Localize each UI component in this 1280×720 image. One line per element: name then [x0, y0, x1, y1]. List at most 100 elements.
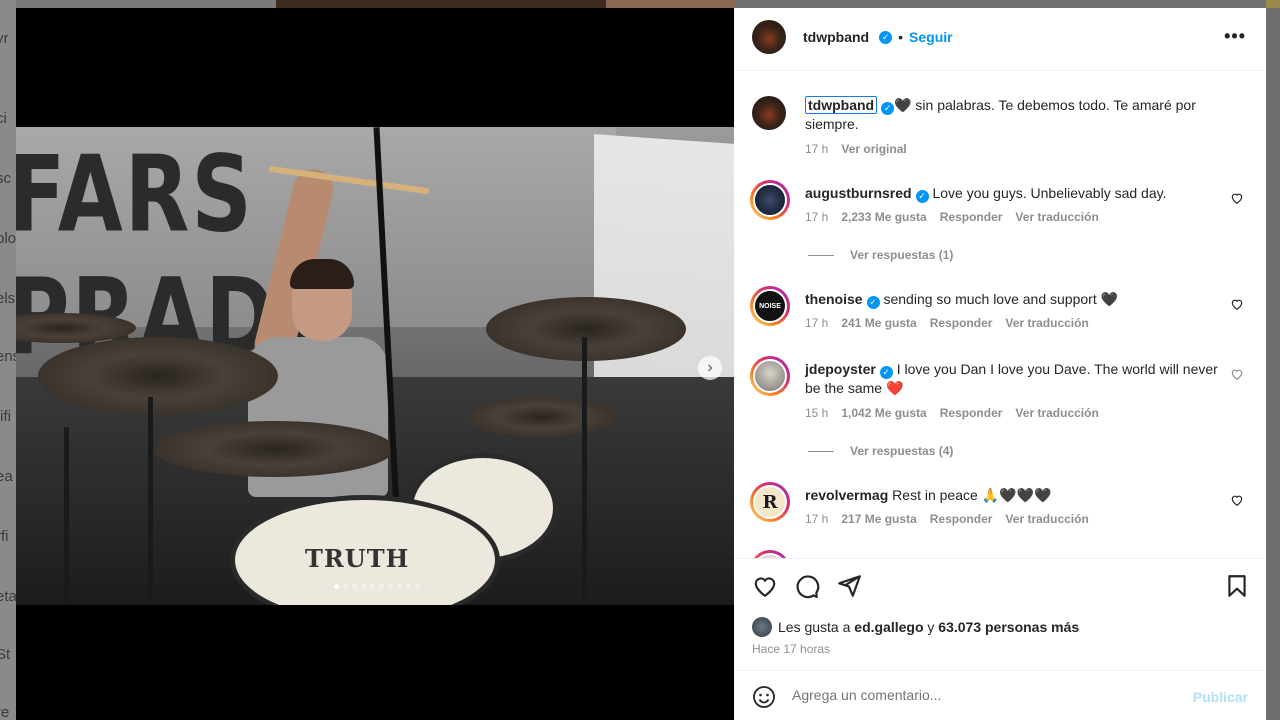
see-translation-button[interactable]: Ver traducción	[1005, 316, 1088, 330]
carousel-dot	[397, 584, 402, 589]
like-comment-heart-icon[interactable]	[1230, 493, 1244, 507]
comment-meta: 17 h 217 Me gusta Responder Ver traducci…	[805, 512, 1089, 526]
like-comment-heart-icon[interactable]	[1230, 191, 1244, 205]
commenter-username[interactable]: revolvermag	[805, 487, 888, 503]
background-text: ea	[0, 468, 13, 485]
comment-likes[interactable]: 241 Me gusta	[841, 316, 916, 330]
see-translation-button[interactable]: Ver traducción	[1015, 406, 1098, 420]
view-replies-label: Ver respuestas (1)	[850, 248, 954, 262]
see-original-link[interactable]: Ver original	[841, 142, 906, 156]
verified-badge-icon: ✓	[879, 366, 893, 379]
background-text: St	[0, 646, 11, 663]
background-text: plo	[0, 230, 16, 247]
replies-line	[808, 254, 834, 256]
commenter-username[interactable]: thenoise	[805, 291, 863, 307]
post-header: tdwpband ✓ • Seguir •••	[734, 8, 1266, 71]
carousel-dot	[361, 584, 366, 589]
post-timestamp: Hace 17 horas	[752, 642, 831, 656]
commenter-avatar[interactable]	[750, 356, 790, 396]
carousel-dot	[415, 584, 420, 589]
replies-line	[808, 450, 834, 452]
comment-bubble-icon[interactable]	[794, 573, 820, 599]
reply-button[interactable]: Responder	[930, 316, 993, 330]
verified-badge-icon: ✓	[879, 30, 893, 44]
comment-meta: 15 h 1,042 Me gusta Responder Ver traduc…	[805, 406, 1099, 420]
carousel-next-button[interactable]: ›	[698, 356, 722, 380]
reply-button[interactable]: Responder	[940, 406, 1003, 420]
view-replies-label: Ver respuestas (4)	[850, 444, 954, 458]
view-replies-button[interactable]: Ver respuestas (1)	[808, 248, 953, 262]
follow-button[interactable]: Seguir	[909, 29, 953, 45]
commenter-avatar[interactable]	[750, 550, 790, 558]
background-text: ci	[0, 110, 7, 127]
likes-others-link[interactable]: 63.073 personas más	[938, 619, 1079, 635]
comment-likes[interactable]: 217 Me gusta	[841, 512, 916, 526]
verified-badge-icon: ✓	[866, 296, 880, 309]
comment-likes[interactable]: 1,042 Me gusta	[841, 406, 926, 420]
likes-summary: Les gusta a ed.gallego y 63.073 personas…	[752, 617, 1079, 637]
reply-button[interactable]: Responder	[940, 210, 1003, 224]
carousel-dot	[370, 584, 375, 589]
carousel-dot	[352, 584, 357, 589]
carousel-dot	[388, 584, 393, 589]
commenter-username[interactable]: augustburnsred	[805, 185, 912, 201]
post-media: FARS PRADA TRUTH ›	[16, 8, 734, 720]
publish-button[interactable]: Publicar	[1193, 689, 1248, 705]
caption-emoji: 🖤	[894, 97, 912, 113]
comment-likes[interactable]: 2,233 Me gusta	[841, 210, 926, 224]
liker-username[interactable]: ed.gallego	[854, 619, 923, 635]
like-comment-heart-icon[interactable]	[1230, 297, 1244, 311]
comment-body: sending so much love and support 🖤	[883, 291, 1119, 307]
background-text: eta	[0, 588, 16, 605]
carousel-dot	[334, 584, 339, 589]
caption-time: 17 h	[805, 142, 829, 156]
more-options-icon[interactable]: •••	[1224, 26, 1246, 47]
comment-composer: Publicar	[734, 670, 1266, 720]
background-page-right	[1266, 0, 1280, 720]
carousel-dot	[343, 584, 348, 589]
caption-username[interactable]: tdwpband	[805, 96, 878, 114]
save-bookmark-icon[interactable]	[1224, 573, 1250, 599]
background-page-top	[16, 0, 736, 8]
comment-input[interactable]	[792, 687, 1172, 703]
carousel-dots	[334, 584, 420, 592]
see-translation-button[interactable]: Ver traducción	[1015, 210, 1098, 224]
background-text: yr	[0, 30, 9, 47]
comment-text: revolvermag Rest in peace 🙏🖤🖤🖤	[805, 486, 1225, 505]
drum-logo-text: TRUTH	[305, 544, 410, 573]
see-translation-button[interactable]: Ver traducción	[1005, 512, 1088, 526]
background-text: rfi	[0, 528, 9, 545]
comment-body: Love you guys. Unbelievably sad day.	[932, 185, 1167, 201]
reply-button[interactable]: Responder	[930, 512, 993, 526]
comment-body: Rest in peace 🙏🖤🖤🖤	[892, 487, 1052, 503]
emoji-icon[interactable]	[752, 685, 776, 709]
verified-badge-icon: ✓	[915, 190, 929, 203]
post-photo[interactable]: FARS PRADA TRUTH	[16, 127, 734, 605]
commenter-avatar[interactable]	[750, 180, 790, 220]
background-text: els	[0, 290, 16, 307]
liker-avatar[interactable]	[752, 617, 772, 637]
commenter-avatar[interactable]: R	[750, 482, 790, 522]
view-replies-button[interactable]: Ver respuestas (4)	[808, 444, 953, 458]
author-avatar[interactable]	[752, 96, 786, 130]
share-paper-plane-icon[interactable]	[836, 573, 862, 599]
like-comment-heart-icon[interactable]	[1230, 367, 1244, 381]
cymbal-stand	[148, 397, 153, 605]
comments-list[interactable]: tdwpband ✓ 🖤 sin palabras. Te debemos todo…	[734, 72, 1266, 558]
post-details-panel: tdwpband ✓ • Seguir ••• tdwpband ✓ 🖤 sin p…	[734, 8, 1266, 720]
avatar-text: NOISE	[753, 289, 787, 323]
like-heart-icon[interactable]	[752, 573, 778, 599]
comment-time: 15 h	[805, 406, 829, 420]
background-text: tifi	[0, 408, 11, 425]
comment-text: augustburnsred ✓ Love you guys. Unbelieva…	[805, 184, 1225, 203]
comment-time: 17 h	[805, 512, 829, 526]
author-username[interactable]: tdwpband	[803, 29, 869, 45]
commenter-avatar[interactable]: NOISE	[750, 286, 790, 326]
author-avatar[interactable]	[752, 20, 786, 54]
background-text: re	[0, 704, 10, 720]
cymbal-left	[38, 337, 278, 415]
cymbal-right-low	[466, 397, 616, 437]
comment-meta: 17 h 241 Me gusta Responder Ver traducci…	[805, 316, 1089, 330]
commenter-username[interactable]: jdepoyster	[805, 361, 876, 377]
comment-text: jdepoyster ✓ I love you Dan I love you Da…	[805, 360, 1225, 398]
